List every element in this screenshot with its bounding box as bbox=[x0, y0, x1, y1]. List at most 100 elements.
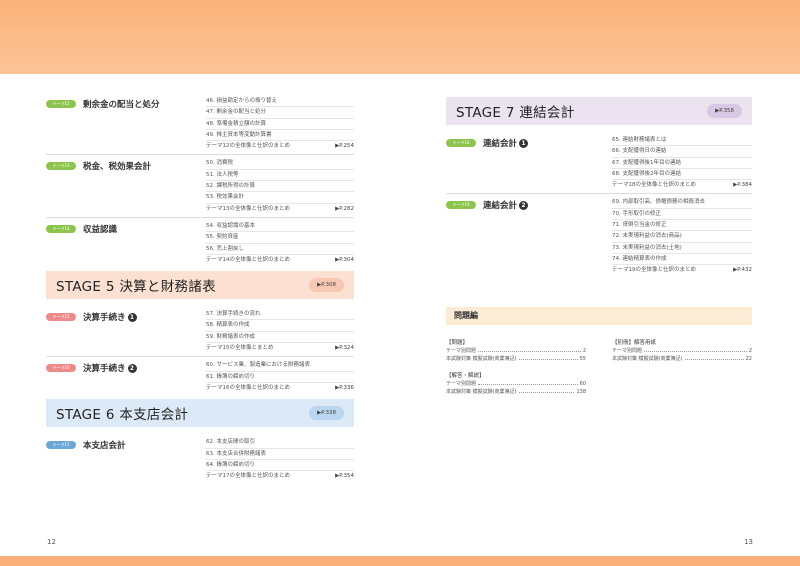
toc-item[interactable]: 67. 支配獲得後1年目の連結 bbox=[612, 158, 752, 169]
theme-title: 税金、税効果会計 bbox=[83, 162, 152, 173]
questions-section-header: 問題編 bbox=[446, 306, 752, 325]
theme-badge: テーマ16 bbox=[46, 364, 76, 373]
toc-item[interactable]: 50. 消費税 bbox=[206, 158, 354, 170]
summary-label: テーマ18の全体像と仕訳のまとめ bbox=[612, 182, 696, 189]
toc-summary[interactable]: テーマ17の全体像と仕訳のまとめ ▶P.354 bbox=[206, 471, 354, 482]
toc-item[interactable]: 71. 貸倒引当金の修正 bbox=[612, 220, 752, 232]
question-row[interactable]: テーマ別問題 2 bbox=[612, 347, 752, 355]
question-group-head: 【解答・解説】 bbox=[446, 372, 485, 379]
theme-19: テーマ19 連結会計 2 69. 内部取引高、債権債務の相殺消去 70. 手形取引の… bbox=[446, 193, 752, 276]
theme-16: テーマ16 決算手続き 2 60. サービス業、製造業における財務諸表 61. 帳簿… bbox=[46, 356, 354, 394]
toc-item[interactable]: 56. 売上割戻し bbox=[206, 244, 354, 255]
question-group: 【別冊】解答用紙 テーマ別問題 2 本試験対策 模擬試験(商業簿記) 22 bbox=[612, 339, 752, 363]
theme-title: 本支店会計 bbox=[83, 441, 126, 452]
question-group: 【問題】 テーマ別問題 2 本試験対策 模擬試験(商業簿記) 55 bbox=[446, 339, 586, 363]
row-page: 55 bbox=[579, 355, 586, 362]
page-number-right: 13 bbox=[744, 538, 753, 546]
stage-7-heading: STAGE 7 連結会計 ▶P.358 bbox=[446, 97, 752, 125]
toc-item[interactable]: 57. 決算手続きの流れ bbox=[206, 309, 354, 321]
questions-left-col: 【問題】 テーマ別問題 2 本試験対策 模擬試験(商業簿記) 55 【解答・解説】 … bbox=[446, 339, 586, 405]
toc-item[interactable]: 64. 帳簿の締め切り bbox=[206, 460, 354, 472]
toc-item[interactable]: 62. 本支店間の取引 bbox=[206, 437, 354, 449]
toc-item[interactable]: 55. 契約資産 bbox=[206, 232, 354, 244]
summary-label: テーマ14の全体像と仕訳のまとめ bbox=[206, 256, 290, 263]
toc-item[interactable]: 61. 帳簿の締め切り bbox=[206, 372, 354, 383]
theme-15: テーマ15 決算手続き 1 57. 決算手続きの流れ 58. 精算表の作成 59. … bbox=[46, 307, 354, 354]
toc-item[interactable]: 60. サービス業、製造業における財務諸表 bbox=[206, 360, 354, 372]
theme-title: 収益認識 bbox=[83, 224, 118, 235]
toc-item[interactable]: 52. 課税所得の計算 bbox=[206, 181, 354, 193]
page-ref: ▶P.282 bbox=[335, 205, 354, 212]
theme-17: テーマ17 本支店会計 62. 本支店間の取引 63. 本支店合併財務諸表 64.… bbox=[46, 435, 354, 482]
toc-summary[interactable]: テーマ14の全体像と仕訳のまとめ ▶P.304 bbox=[206, 255, 354, 266]
row-page: 138 bbox=[576, 388, 586, 395]
question-row[interactable]: テーマ別問題 2 bbox=[446, 347, 586, 355]
page-ref: ▶P.304 bbox=[335, 256, 354, 263]
toc-item[interactable]: 58. 精算表の作成 bbox=[206, 320, 354, 332]
toc-item[interactable]: 59. 財務諸表の作成 bbox=[206, 332, 354, 344]
toc-item[interactable]: 70. 手形取引の修正 bbox=[612, 209, 752, 221]
row-page: 2 bbox=[748, 347, 752, 354]
number-circle-icon: 1 bbox=[519, 139, 529, 148]
summary-label: テーマ12の全体像と仕訳のまとめ bbox=[206, 143, 290, 150]
question-row[interactable]: 本試験対策 模擬試験(商業簿記) 55 bbox=[446, 355, 586, 363]
toc-item[interactable]: 48. 準備金積立額の計算 bbox=[206, 119, 354, 130]
row-label: テーマ別問題 bbox=[446, 347, 477, 354]
page-ref: ▶P.336 bbox=[335, 384, 354, 391]
theme-badge: テーマ18 bbox=[446, 139, 476, 147]
toc-item[interactable]: 68. 支配獲得後2年目の連結 bbox=[612, 169, 752, 181]
toc-item[interactable]: 51. 法人税等 bbox=[206, 170, 354, 182]
row-page: 22 bbox=[745, 355, 752, 362]
row-label: 本試験対策 模擬試験(商業簿記) bbox=[612, 355, 683, 362]
toc-summary[interactable]: テーマ13の全体像と仕訳のまとめ ▶P.282 bbox=[206, 204, 354, 215]
theme-badge: テーマ13 bbox=[46, 162, 76, 171]
toc-summary[interactable]: テーマ15の全体像とまとめ ▶P.324 bbox=[206, 343, 354, 354]
toc-item[interactable]: 73. 未実現利益の消去(土地) bbox=[612, 243, 752, 254]
toc-item[interactable]: 69. 内部取引高、債権債務の相殺消去 bbox=[612, 197, 752, 209]
question-group: 【解答・解説】 テーマ別問題 60 本試験対策 模擬試験(商業簿記) 138 bbox=[446, 372, 586, 396]
question-row[interactable]: 本試験対策 模擬試験(商業簿記) 138 bbox=[446, 388, 586, 396]
toc-summary[interactable]: テーマ16の全体像と仕訳のまとめ ▶P.336 bbox=[206, 383, 354, 394]
page-ref: ▶P.254 bbox=[335, 143, 354, 150]
toc-summary[interactable]: テーマ18の全体像と仕訳のまとめ ▶P.384 bbox=[612, 180, 752, 191]
toc-item[interactable]: 72. 未実現利益の消去(商品) bbox=[612, 231, 752, 243]
theme-title: 剰余金の配当と処分 bbox=[83, 100, 160, 110]
page-ref: ▶P.324 bbox=[335, 345, 354, 352]
theme-12: テーマ12 剰余金の配当と処分 46. 損益勘定からの振り替え 47. 剰余金の配… bbox=[46, 94, 354, 152]
theme-badge: テーマ14 bbox=[46, 224, 76, 233]
number-circle-icon: 2 bbox=[519, 201, 529, 211]
toc-item[interactable]: 65. 連結財務諸表とは bbox=[612, 135, 752, 147]
question-row[interactable]: 本試験対策 模擬試験(商業簿記) 22 bbox=[612, 355, 752, 363]
toc-item[interactable]: 66. 支配獲得日の連結 bbox=[612, 146, 752, 158]
theme-badge: テーマ12 bbox=[46, 100, 76, 108]
row-label: 本試験対策 模擬試験(商業簿記) bbox=[446, 355, 517, 362]
toc-summary[interactable]: テーマ12の全体像と仕訳のまとめ ▶P.254 bbox=[206, 141, 354, 152]
stage-page-ref[interactable]: ▶P.338 bbox=[309, 406, 344, 421]
questions-right-col: 【別冊】解答用紙 テーマ別問題 2 本試験対策 模擬試験(商業簿記) 22 bbox=[612, 339, 752, 405]
question-row[interactable]: テーマ別問題 60 bbox=[446, 380, 586, 388]
page-ref: ▶P.384 bbox=[733, 182, 752, 189]
toc-summary[interactable]: テーマ19の全体像と仕訳のまとめ ▶P.432 bbox=[612, 265, 752, 276]
question-group-head: 【別冊】解答用紙 bbox=[612, 339, 657, 346]
summary-label: テーマ16の全体像と仕訳のまとめ bbox=[206, 384, 290, 391]
row-label: テーマ別問題 bbox=[612, 347, 643, 354]
toc-item[interactable]: 63. 本支店合併財務諸表 bbox=[206, 449, 354, 460]
stage-page-ref[interactable]: ▶P.358 bbox=[707, 104, 742, 118]
theme-title: 決算手続き 2 bbox=[83, 362, 137, 374]
toc-item[interactable]: 49. 株主資本等変動計算書 bbox=[206, 130, 354, 142]
toc-item[interactable]: 53. 税効果会計 bbox=[206, 192, 354, 204]
stage-page-ref[interactable]: ▶P.308 bbox=[309, 278, 344, 293]
row-label: 本試験対策 模擬試験(商業簿記) bbox=[446, 388, 517, 395]
toc-item[interactable]: 46. 損益勘定からの振り替え bbox=[206, 96, 354, 108]
number-circle-icon: 2 bbox=[127, 364, 137, 374]
theme-title: 連結会計 1 bbox=[483, 137, 529, 149]
summary-label: テーマ13の全体像と仕訳のまとめ bbox=[206, 205, 290, 212]
right-page-toc: STAGE 7 連結会計 ▶P.358 テーマ18 連結会計 1 65. 連結財務諸… bbox=[446, 94, 752, 405]
toc-item[interactable]: 47. 剰余金の配当と処分 bbox=[206, 107, 354, 119]
toc-item[interactable]: 74. 連結精算表の作成 bbox=[612, 254, 752, 266]
questions-index: 【問題】 テーマ別問題 2 本試験対策 模擬試験(商業簿記) 55 【解答・解説】 … bbox=[446, 339, 752, 405]
number-circle-icon: 1 bbox=[127, 313, 137, 323]
toc-item[interactable]: 54. 収益認識の基本 bbox=[206, 221, 354, 233]
header-band bbox=[0, 0, 800, 74]
row-page: 2 bbox=[582, 347, 586, 354]
